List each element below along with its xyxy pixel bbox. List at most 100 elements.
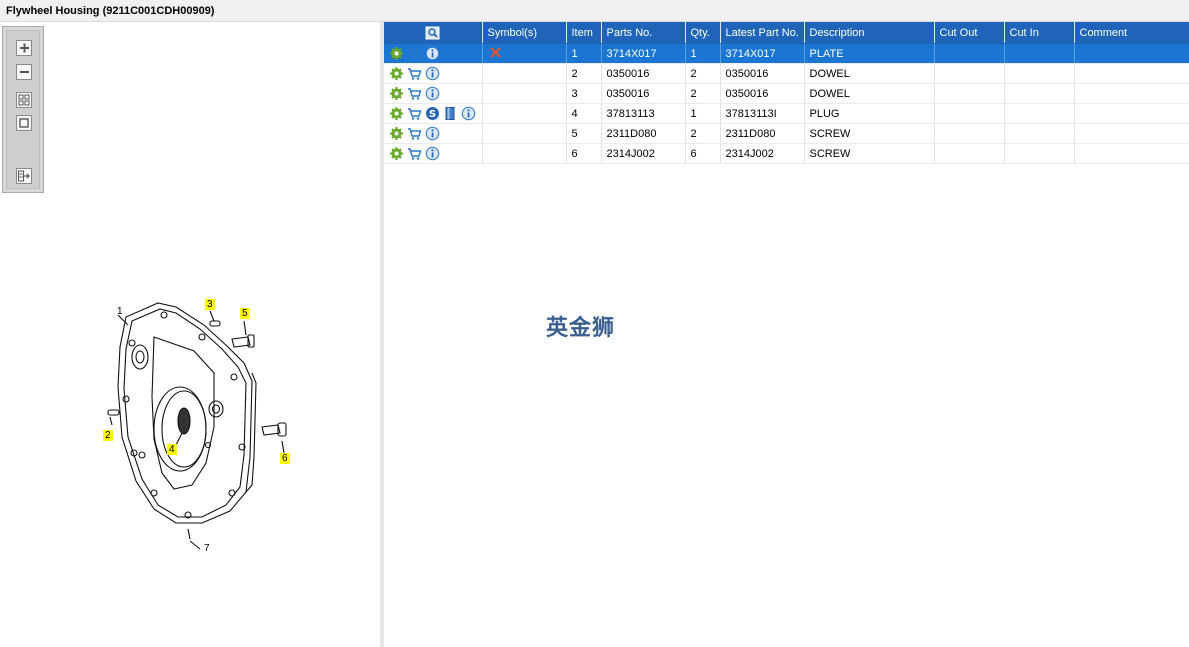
latest-part-no-cell: 0350016 — [720, 83, 805, 104]
table-row[interactable]: 3 0350016 2 0350016 DOWEL — [384, 83, 1189, 104]
comment-cell — [1074, 43, 1189, 64]
parts-list-pane: Symbol(s) Item Parts No. Qty. Latest Par… — [384, 22, 1189, 647]
description-cell: PLUG — [804, 103, 935, 124]
title-bar: Flywheel Housing (9211C001CDH00909) — [0, 0, 1189, 22]
parts-table: Symbol(s) Item Parts No. Qty. Latest Par… — [384, 22, 1189, 164]
row-actions-cell — [384, 143, 483, 164]
symbol-cell — [482, 143, 567, 164]
symbol-cell — [482, 43, 567, 64]
column-header-cut-out[interactable]: Cut Out — [934, 22, 1005, 44]
column-header-comment[interactable]: Comment — [1074, 22, 1189, 44]
gear-icon[interactable] — [389, 126, 404, 141]
parts-no-cell: 2311D080 — [601, 123, 686, 144]
description-cell: SCREW — [804, 123, 935, 144]
cut-in-cell — [1004, 103, 1075, 124]
column-header-description[interactable]: Description — [804, 22, 935, 44]
zoom-in-button[interactable] — [16, 40, 32, 56]
supersede-icon[interactable]: S — [425, 106, 440, 121]
qty-cell: 2 — [685, 63, 721, 84]
find-icon — [425, 26, 440, 39]
info-icon[interactable] — [425, 66, 440, 81]
column-header-qty[interactable]: Qty. — [685, 22, 721, 44]
parts-no-cell: 3714X017 — [601, 43, 686, 64]
cart-icon[interactable] — [407, 146, 422, 161]
item-cell: 3 — [566, 83, 602, 104]
row-actions-cell — [384, 123, 483, 144]
description-cell: SCREW — [804, 143, 935, 164]
cut-in-cell — [1004, 143, 1075, 164]
column-header-symbols[interactable]: Symbol(s) — [482, 22, 567, 44]
qty-cell: 1 — [685, 103, 721, 124]
zoom-out-button[interactable] — [16, 64, 32, 80]
info-icon[interactable] — [461, 106, 476, 121]
description-cell: DOWEL — [804, 83, 935, 104]
table-row[interactable]: S 4 37813113 1 37813113I PLUG — [384, 103, 1189, 124]
column-header-cut-in[interactable]: Cut In — [1004, 22, 1075, 44]
table-row[interactable]: 1 3714X017 1 3714X017 PLATE — [384, 43, 1189, 64]
gear-icon[interactable] — [389, 66, 404, 81]
callout-3[interactable]: 3 — [205, 299, 215, 310]
description-cell: PLATE — [804, 43, 935, 64]
viewer-toolbar — [2, 26, 44, 193]
callout-5[interactable]: 5 — [240, 308, 250, 319]
symbol-cell — [482, 63, 567, 84]
callout-4[interactable]: 4 — [167, 444, 177, 455]
table-row[interactable]: 6 2314J002 6 2314J002 SCREW — [384, 143, 1189, 164]
qty-cell: 6 — [685, 143, 721, 164]
comment-cell — [1074, 83, 1189, 104]
callout-7: 7 — [204, 543, 210, 554]
book-icon[interactable] — [443, 106, 458, 121]
fit-all-button[interactable] — [16, 92, 32, 108]
callout-6[interactable]: 6 — [280, 453, 290, 464]
callout-1: 1 — [117, 306, 123, 317]
cart-icon[interactable] — [407, 106, 422, 121]
minus-icon — [20, 71, 29, 73]
symbol-cell — [482, 103, 567, 124]
gear-icon[interactable] — [389, 46, 404, 61]
info-icon[interactable] — [425, 146, 440, 161]
parts-no-cell: 37813113 — [601, 103, 686, 124]
table-header-row: Symbol(s) Item Parts No. Qty. Latest Par… — [384, 22, 1189, 44]
qty-cell: 2 — [685, 83, 721, 104]
parts-no-cell: 0350016 — [601, 63, 686, 84]
cart-icon[interactable] — [407, 46, 422, 61]
cut-out-cell — [934, 43, 1005, 64]
cut-out-cell — [934, 123, 1005, 144]
latest-part-no-cell: 0350016 — [720, 63, 805, 84]
cart-icon[interactable] — [407, 86, 422, 101]
watermark: 英金狮 — [546, 316, 616, 341]
square-icon — [19, 118, 29, 128]
latest-part-no-cell: 2314J002 — [720, 143, 805, 164]
plus-icon — [20, 43, 29, 53]
grid-icon — [18, 94, 30, 106]
info-icon[interactable] — [425, 46, 440, 61]
row-actions-cell — [384, 83, 483, 104]
qty-cell: 1 — [685, 43, 721, 64]
symbol-cell — [482, 123, 567, 144]
column-header-parts-no[interactable]: Parts No. — [601, 22, 686, 44]
table-row[interactable]: 2 0350016 2 0350016 DOWEL — [384, 63, 1189, 84]
export-icon — [18, 170, 30, 182]
cut-out-cell — [934, 63, 1005, 84]
gear-icon[interactable] — [389, 106, 404, 121]
row-actions-cell — [384, 43, 483, 64]
qty-cell: 2 — [685, 123, 721, 144]
cut-out-cell — [934, 143, 1005, 164]
row-actions-cell: S — [384, 103, 483, 124]
gear-icon[interactable] — [389, 86, 404, 101]
gear-icon[interactable] — [389, 146, 404, 161]
callout-2[interactable]: 2 — [103, 430, 113, 441]
actual-size-button[interactable] — [16, 115, 32, 131]
cut-out-cell — [934, 103, 1005, 124]
cross-icon — [488, 45, 503, 60]
column-header-icons[interactable] — [384, 22, 483, 44]
cart-icon[interactable] — [407, 66, 422, 81]
info-icon[interactable] — [425, 126, 440, 141]
parts-no-cell: 2314J002 — [601, 143, 686, 164]
column-header-latest-part-no[interactable]: Latest Part No. — [720, 22, 805, 44]
export-button[interactable] — [16, 168, 32, 184]
cart-icon[interactable] — [407, 126, 422, 141]
column-header-item[interactable]: Item — [566, 22, 602, 44]
table-row[interactable]: 5 2311D080 2 2311D080 SCREW — [384, 123, 1189, 144]
info-icon[interactable] — [425, 86, 440, 101]
